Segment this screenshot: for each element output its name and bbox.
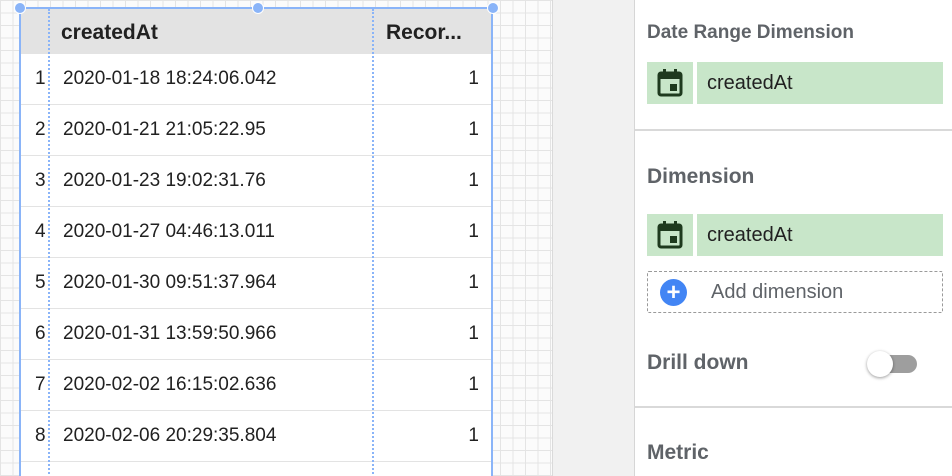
dimension-field: createdAt [697, 214, 943, 256]
column-header-record-count[interactable]: Recor... [386, 9, 462, 54]
date-range-dimension-field: createdAt [697, 62, 943, 104]
resize-handle-top-right[interactable] [487, 2, 499, 14]
date-range-dimension-chip[interactable]: createdAt [647, 62, 943, 104]
table-row[interactable]: 8 2020-02-06 20:29:35.804 1 [21, 411, 491, 462]
add-dimension-button[interactable]: + Add dimension [647, 271, 943, 313]
record-count-cell: 1 [468, 425, 479, 446]
dimension-title: Dimension [647, 165, 755, 188]
created-at-cell: 2020-01-21 21:05:22.95 [63, 119, 266, 140]
record-count-cell: 1 [468, 221, 479, 242]
row-index: 7 [35, 374, 46, 395]
created-at-cell: 2020-02-06 20:29:35.804 [63, 425, 277, 446]
canvas-gutter [552, 0, 634, 476]
column-divider-guide[interactable] [48, 9, 50, 476]
calendar-icon [647, 62, 693, 104]
toggle-knob [867, 351, 893, 377]
row-index: 4 [35, 221, 46, 242]
row-index: 1 [35, 68, 46, 89]
record-count-cell: 1 [468, 68, 479, 89]
plus-icon: + [660, 279, 687, 306]
record-count-cell: 1 [468, 323, 479, 344]
report-canvas[interactable]: createdAt Recor... 1 2020-01-18 18:24:06.… [0, 0, 552, 476]
metric-title: Metric [647, 441, 709, 464]
table-header: createdAt Recor... [21, 9, 491, 54]
dimension-chip[interactable]: createdAt [647, 214, 943, 256]
column-header-createdat[interactable]: createdAt [61, 9, 158, 54]
row-index: 2 [35, 119, 46, 140]
drill-down-toggle[interactable] [867, 351, 919, 377]
date-range-dimension-title: Date Range Dimension [647, 22, 854, 43]
table-row[interactable]: 3 2020-01-23 19:02:31.76 1 [21, 156, 491, 207]
table-row[interactable]: 1 2020-01-18 18:24:06.042 1 [21, 54, 491, 105]
section-divider [635, 129, 952, 131]
table-chart[interactable]: createdAt Recor... 1 2020-01-18 18:24:06.… [14, 2, 499, 476]
table-row[interactable]: 4 2020-01-27 04:46:13.011 1 [21, 207, 491, 258]
resize-handle-top-left[interactable] [14, 2, 26, 14]
row-index: 6 [35, 323, 46, 344]
calendar-icon [647, 214, 693, 256]
created-at-cell: 2020-01-27 04:46:13.011 [63, 221, 275, 242]
created-at-cell: 2020-01-30 09:51:37.964 [63, 272, 277, 293]
drill-down-title: Drill down [647, 351, 749, 374]
table-row[interactable]: 5 2020-01-30 09:51:37.964 1 [21, 258, 491, 309]
properties-panel: Date Range Dimension createdAt Dimension [634, 0, 952, 476]
row-index: 5 [35, 272, 46, 293]
record-count-cell: 1 [468, 170, 479, 191]
record-count-cell: 1 [468, 272, 479, 293]
record-count-cell: 1 [468, 119, 479, 140]
created-at-cell: 2020-01-31 13:59:50.966 [63, 323, 277, 344]
column-divider-guide[interactable] [372, 9, 374, 476]
table-row[interactable]: 6 2020-01-31 13:59:50.966 1 [21, 309, 491, 360]
record-count-cell: 1 [468, 374, 479, 395]
table-row[interactable]: 7 2020-02-02 16:15:02.636 1 [21, 360, 491, 411]
table-row[interactable]: 2 2020-01-21 21:05:22.95 1 [21, 105, 491, 156]
created-at-cell: 2020-01-18 18:24:06.042 [63, 68, 277, 89]
created-at-cell: 2020-02-02 16:15:02.636 [63, 374, 277, 395]
add-dimension-label: Add dimension [711, 281, 844, 303]
section-divider [635, 406, 952, 408]
created-at-cell: 2020-01-23 19:02:31.76 [63, 170, 266, 191]
resize-handle-top-middle[interactable] [252, 2, 264, 14]
row-index: 8 [35, 425, 46, 446]
row-index: 3 [35, 170, 46, 191]
